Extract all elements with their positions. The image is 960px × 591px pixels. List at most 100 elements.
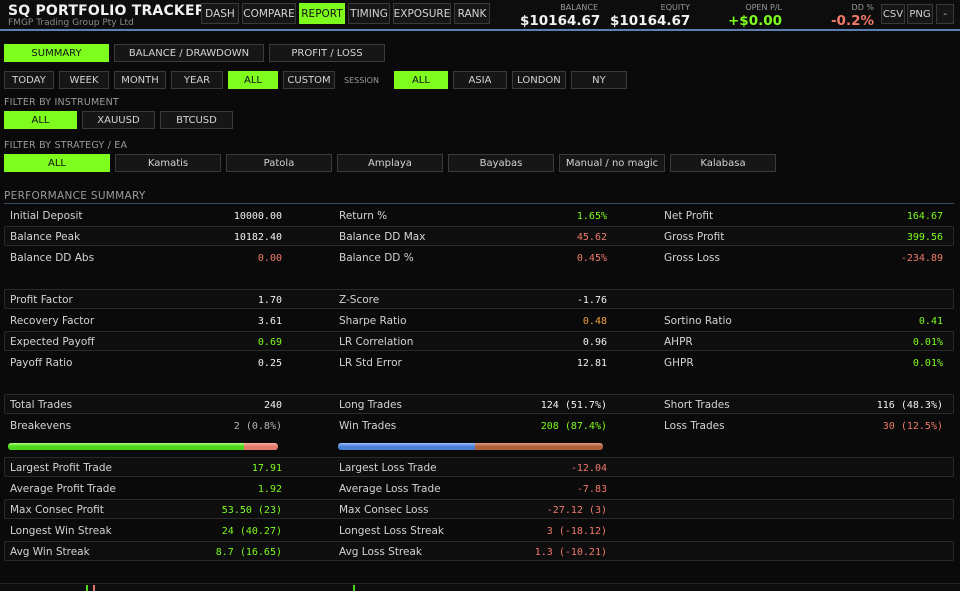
strategy-patola[interactable]: Patola — [226, 154, 332, 172]
metric-value: 0.41 — [918, 315, 943, 327]
metric-value: 30 (12.5%) — [882, 420, 943, 432]
nav-tab-rank[interactable]: RANK — [454, 3, 490, 24]
report-tab-summary[interactable]: SUMMARY — [4, 44, 109, 62]
metric-value: -12.04 — [570, 462, 607, 474]
report-tab-profit-loss[interactable]: PROFIT / LOSS — [269, 44, 385, 62]
perf-row: Balance DD Abs 0.00 Balance DD % 0.45% Gross… — [4, 247, 954, 267]
perf-row: Total Trades 240 Long Trades 124 (51.7%) Sho… — [4, 394, 954, 414]
nav-tab-report[interactable]: REPORT — [299, 3, 345, 24]
strategy-kamatis[interactable]: Kamatis — [115, 154, 221, 172]
metric-value — [805, 500, 943, 520]
metric-value: 0.25 — [257, 357, 282, 369]
perf-row: Avg Win Streak 8.7 (16.65) Avg Loss Streak… — [4, 541, 954, 561]
metric-value: 208 (87.4%) — [540, 420, 607, 432]
period-all[interactable]: ALL — [228, 71, 278, 89]
perf-row: Breakevens 2 (0.8%) Win Trades 208 (87.4%) L… — [4, 415, 954, 435]
session-ny[interactable]: NY — [570, 71, 627, 89]
report-tabs: SUMMARY BALANCE / DRAWDOWN PROFIT / LOSS — [4, 44, 385, 62]
win-segment — [8, 443, 244, 450]
balance-value: $10164.67 — [520, 13, 601, 29]
metric-value: 116 (48.3%) — [876, 399, 943, 411]
metric-value: 240 — [263, 399, 282, 411]
metric-value: 0.01% — [912, 357, 943, 369]
png-export-button[interactable]: PNG — [907, 4, 933, 24]
instrument-filter-label: FILTER BY INSTRUMENT — [4, 97, 119, 108]
period-month[interactable]: MONTH — [114, 71, 166, 89]
balance-stat: BALANCE $10164.67 — [520, 3, 601, 29]
dd-value: -0.2% — [830, 13, 874, 29]
strategy-bayabas[interactable]: Bayabas — [448, 154, 554, 172]
nav-tab-exposure[interactable]: EXPOSURE — [393, 3, 451, 24]
nav-tab-dash[interactable]: DASH — [201, 3, 239, 24]
session-all[interactable]: ALL — [393, 71, 448, 89]
performance-summary-title: PERFORMANCE SUMMARY — [4, 190, 954, 204]
equity-value: $10164.67 — [610, 13, 691, 29]
csv-export-button[interactable]: CSV — [881, 4, 905, 24]
strip-marker — [86, 585, 88, 591]
instrument-xauusd[interactable]: XAUUSD — [82, 111, 155, 129]
nav-tab-compare[interactable]: COMPARE — [242, 3, 296, 24]
instrument-all[interactable]: ALL — [4, 111, 77, 129]
perf-row: Expected Payoff 0.69 LR Correlation 0.96 AHP… — [4, 331, 954, 351]
bottom-strip — [0, 583, 960, 591]
metric-value: 0.01% — [912, 336, 943, 348]
equity-stat: EQUITY $10164.67 — [610, 3, 690, 29]
loss-segment — [243, 443, 278, 450]
metric-value: 1.70 — [257, 294, 282, 306]
metric-value: 1.3 (-10.21) — [534, 546, 607, 558]
metric-value: -1.76 — [576, 294, 607, 306]
metric-value: -234.89 — [900, 252, 943, 264]
long-short-bar — [338, 443, 603, 450]
open-pl-label: OPEN P/L — [745, 3, 782, 12]
short-segment — [475, 443, 603, 450]
long-segment — [338, 443, 475, 450]
open-pl-stat: OPEN P/L +$0.00 — [714, 3, 782, 29]
open-pl-value: +$0.00 — [727, 13, 782, 29]
perf-row: Longest Win Streak 24 (40.27) Longest Loss… — [4, 520, 954, 540]
metric-value: 3.61 — [257, 315, 282, 327]
metric-value: 24 (40.27) — [221, 525, 282, 537]
strategy-filter: ALL Kamatis Patola Amplaya Bayabas Manual / n… — [4, 154, 776, 172]
metric-value: 10182.40 — [233, 231, 282, 243]
metric-value: 399.56 — [906, 231, 943, 243]
perf-row: Profit Factor 1.70 Z-Score -1.76 — [4, 289, 954, 309]
period-today[interactable]: TODAY — [4, 71, 54, 89]
minimize-button[interactable]: - — [936, 4, 954, 24]
strategy-manual-no-magic[interactable]: Manual / no magic — [559, 154, 665, 172]
app-title: SQ PORTFOLIO TRACKER — [8, 3, 206, 19]
period-week[interactable]: WEEK — [59, 71, 109, 89]
metric-value: 10000.00 — [233, 210, 282, 222]
strategy-amplaya[interactable]: Amplaya — [337, 154, 443, 172]
metric-value — [805, 542, 943, 562]
period-custom[interactable]: CUSTOM — [283, 71, 335, 89]
equity-label: EQUITY — [660, 3, 690, 12]
metric-value: 45.62 — [576, 231, 607, 243]
perf-row: Max Consec Profit 53.50 (23) Max Consec Lo… — [4, 499, 954, 519]
metric-value: 1.65% — [576, 210, 607, 222]
instrument-btcusd[interactable]: BTCUSD — [160, 111, 233, 129]
session-asia[interactable]: ASIA — [452, 71, 507, 89]
metric-value: 2 (0.8%) — [233, 420, 282, 432]
top-bar: SQ PORTFOLIO TRACKER FMGP Trading Group … — [0, 0, 960, 31]
session-label: SESSION — [344, 75, 379, 85]
metric-value: 53.50 (23) — [221, 504, 282, 516]
metric-value: 8.7 (16.65) — [215, 546, 282, 558]
period-year[interactable]: YEAR — [171, 71, 223, 89]
balance-label: BALANCE — [560, 3, 598, 12]
metric-value: 0.45% — [576, 252, 607, 264]
app-subtitle: FMGP Trading Group Pty Ltd — [8, 18, 134, 28]
report-tab-balance-drawdown[interactable]: BALANCE / DRAWDOWN — [114, 44, 264, 62]
session-london[interactable]: LONDON — [511, 71, 566, 89]
metric-value: 0.00 — [257, 252, 282, 264]
metric-value: 1.92 — [257, 483, 282, 495]
dd-stat: DD % -0.2% — [820, 3, 874, 29]
period-filter: TODAY WEEK MONTH YEAR ALL CUSTOM SESSION ALL ASI… — [4, 71, 627, 89]
strategy-all[interactable]: ALL — [4, 154, 110, 172]
metric-value: -7.83 — [576, 483, 607, 495]
nav-tab-timing[interactable]: TIMING — [348, 3, 390, 24]
metric-value: 17.91 — [251, 462, 282, 474]
metric-value: 0.96 — [582, 336, 607, 348]
strategy-kalabasa[interactable]: Kalabasa — [670, 154, 776, 172]
metric-value — [805, 479, 943, 499]
dd-label: DD % — [851, 3, 874, 12]
